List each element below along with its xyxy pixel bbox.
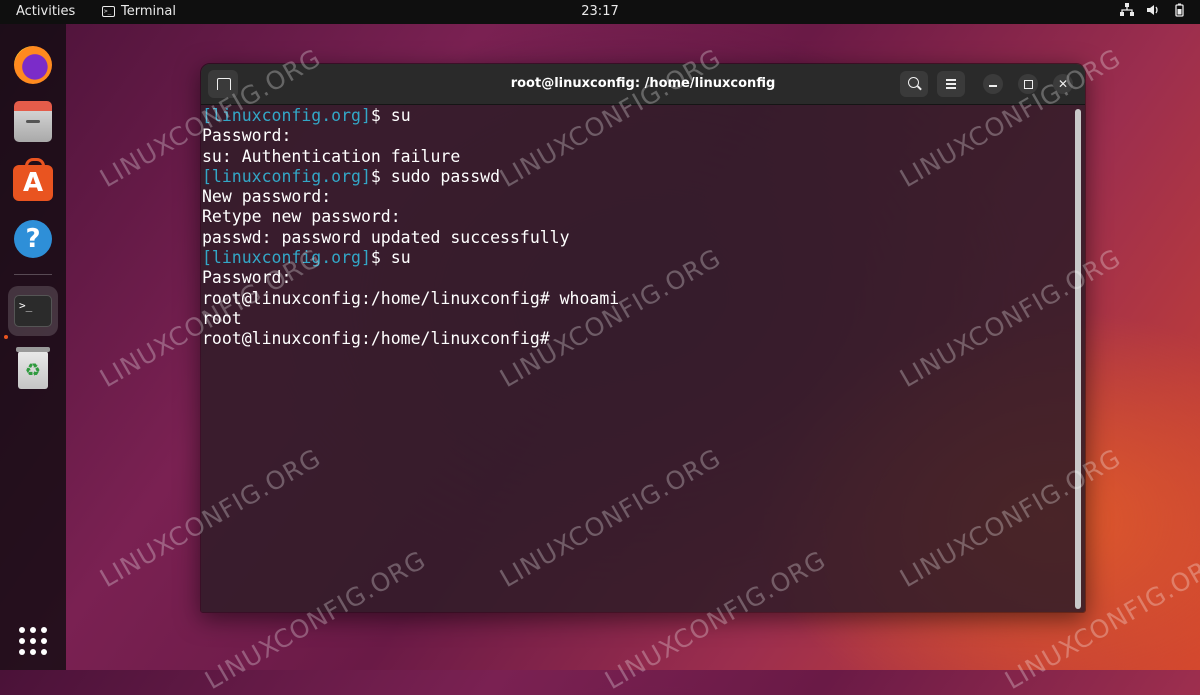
terminal-line: passwd: password updated successfully <box>202 228 619 248</box>
terminal-text: $ su <box>370 248 411 268</box>
dock-trash[interactable]: ♻ <box>8 345 58 395</box>
terminal-text: Password: <box>202 126 292 146</box>
battery-icon <box>1175 3 1184 17</box>
files-icon <box>14 101 52 142</box>
terminal-line: New password: <box>202 187 619 207</box>
terminal-text: passwd: password updated successfully <box>202 227 570 247</box>
network-icon <box>1120 3 1134 16</box>
shell-prompt: [linuxconfig.org] <box>202 248 371 268</box>
dock-separator <box>14 274 52 275</box>
terminal-text: su: Authentication failure <box>202 146 461 166</box>
terminal-text: New password: <box>202 187 332 207</box>
window-titlebar[interactable]: root@linuxconfig: /home/linuxconfig ✕ <box>201 64 1085 105</box>
menu-button[interactable] <box>937 71 965 97</box>
system-tray[interactable] <box>1120 3 1186 17</box>
maximize-icon <box>1024 80 1033 89</box>
terminal-text: Retype new password: <box>202 207 401 227</box>
dock-files[interactable] <box>8 99 58 149</box>
terminal-lines: [linuxconfig.org]$ su Password: su: Authen… <box>202 106 619 350</box>
running-indicator <box>4 335 8 339</box>
close-icon: ✕ <box>1057 77 1069 91</box>
dock-terminal[interactable]: >_ <box>8 286 58 336</box>
help-icon: ? <box>14 220 52 258</box>
terminal-text: root <box>202 308 242 328</box>
dock-help[interactable]: ? <box>8 214 58 264</box>
terminal-text: root@linuxconfig:/home/linuxconfig# <box>202 329 550 349</box>
terminal-app-icon: >_ <box>14 295 52 327</box>
terminal-window[interactable]: root@linuxconfig: /home/linuxconfig ✕ [l… <box>200 63 1086 613</box>
terminal-line: [linuxconfig.org]$ su <box>202 106 619 126</box>
terminal-line: Retype new password: <box>202 207 619 227</box>
terminal-line: root@linuxconfig:/home/linuxconfig# <box>202 329 619 349</box>
top-bar: Activities >_ Terminal 23:17 <box>0 0 1200 24</box>
terminal-line: su: Authentication failure <box>202 147 619 167</box>
trash-icon: ♻ <box>16 347 50 389</box>
terminal-output[interactable]: [linuxconfig.org]$ su Password: su: Authen… <box>201 105 1085 612</box>
close-button[interactable]: ✕ <box>1053 74 1073 94</box>
terminal-line: Password: <box>202 126 619 146</box>
dock: A ? >_ ♻ <box>0 24 66 670</box>
dock-firefox[interactable] <box>8 40 58 90</box>
minimize-button[interactable] <box>983 74 1003 94</box>
software-store-icon: A <box>13 158 53 201</box>
terminal-text: Password: <box>202 268 292 288</box>
terminal-text: root@linuxconfig:/home/linuxconfig# whoa… <box>202 288 620 308</box>
clock[interactable]: 23:17 <box>0 4 1200 19</box>
search-button[interactable] <box>900 71 928 97</box>
firefox-icon <box>14 46 52 84</box>
volume-icon <box>1147 5 1158 15</box>
dock-software[interactable]: A <box>8 158 58 208</box>
apps-grid-icon <box>19 627 47 655</box>
terminal-line: [linuxconfig.org]$ sudo passwd <box>202 167 619 187</box>
show-apps-button[interactable] <box>8 616 58 666</box>
terminal-text: $ su <box>370 106 411 125</box>
terminal-line: root <box>202 309 619 329</box>
shell-prompt: [linuxconfig.org] <box>202 106 371 125</box>
search-icon <box>908 77 919 88</box>
scrollbar[interactable] <box>1075 109 1081 609</box>
hamburger-menu-icon <box>946 79 956 89</box>
minimize-icon <box>989 85 997 87</box>
terminal-text: $ sudo passwd <box>370 166 501 186</box>
terminal-line: Password: <box>202 268 619 288</box>
terminal-line: [linuxconfig.org]$ su <box>202 248 619 268</box>
terminal-line: root@linuxconfig:/home/linuxconfig# whoa… <box>202 289 619 309</box>
shell-prompt: [linuxconfig.org] <box>202 166 371 186</box>
maximize-button[interactable] <box>1018 74 1038 94</box>
